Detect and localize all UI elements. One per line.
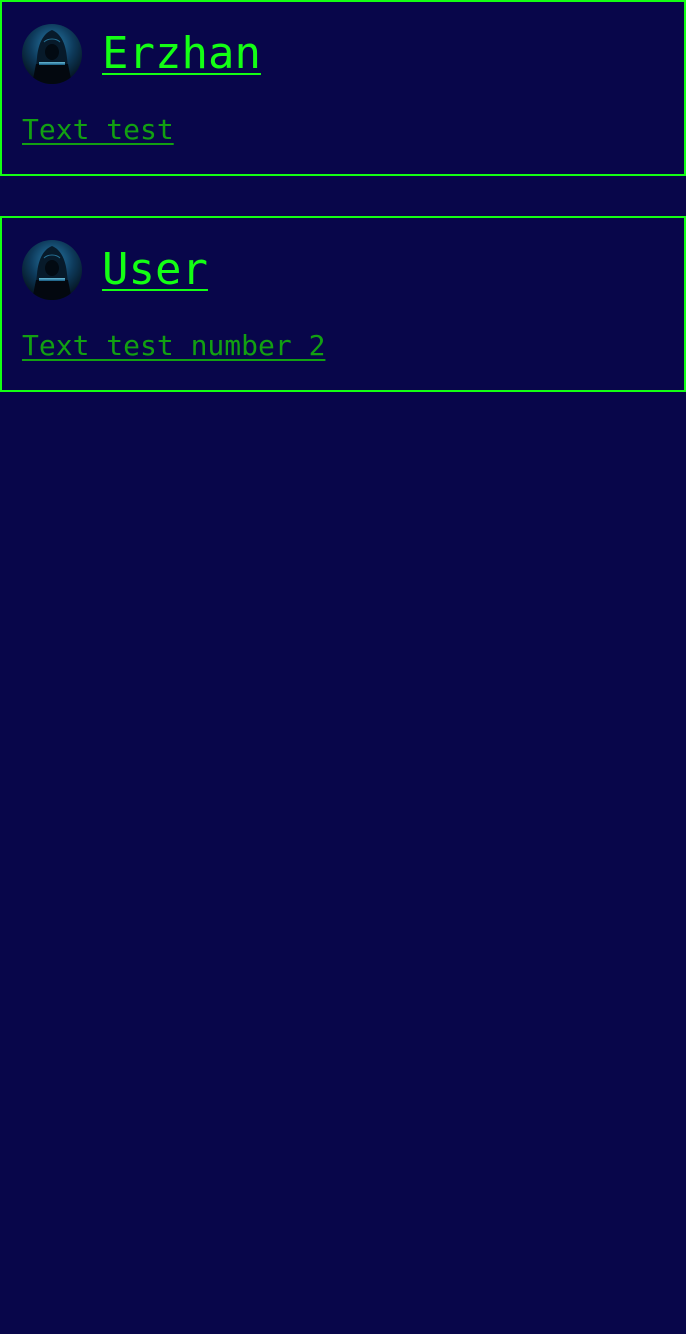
post-message-text[interactable]: Text test number 2 bbox=[22, 329, 325, 363]
post-card: Erzhan Text test bbox=[0, 0, 686, 176]
post-feed: Erzhan Text test User Text test number 2 bbox=[0, 0, 686, 392]
hooded-hacker-avatar-icon[interactable] bbox=[22, 24, 82, 84]
post-card: User Text test number 2 bbox=[0, 216, 686, 392]
post-author-name[interactable]: Erzhan bbox=[102, 28, 261, 80]
hooded-hacker-avatar-icon[interactable] bbox=[22, 240, 82, 300]
post-author-name[interactable]: User bbox=[102, 244, 208, 296]
post-message-text[interactable]: Text test bbox=[22, 113, 174, 147]
